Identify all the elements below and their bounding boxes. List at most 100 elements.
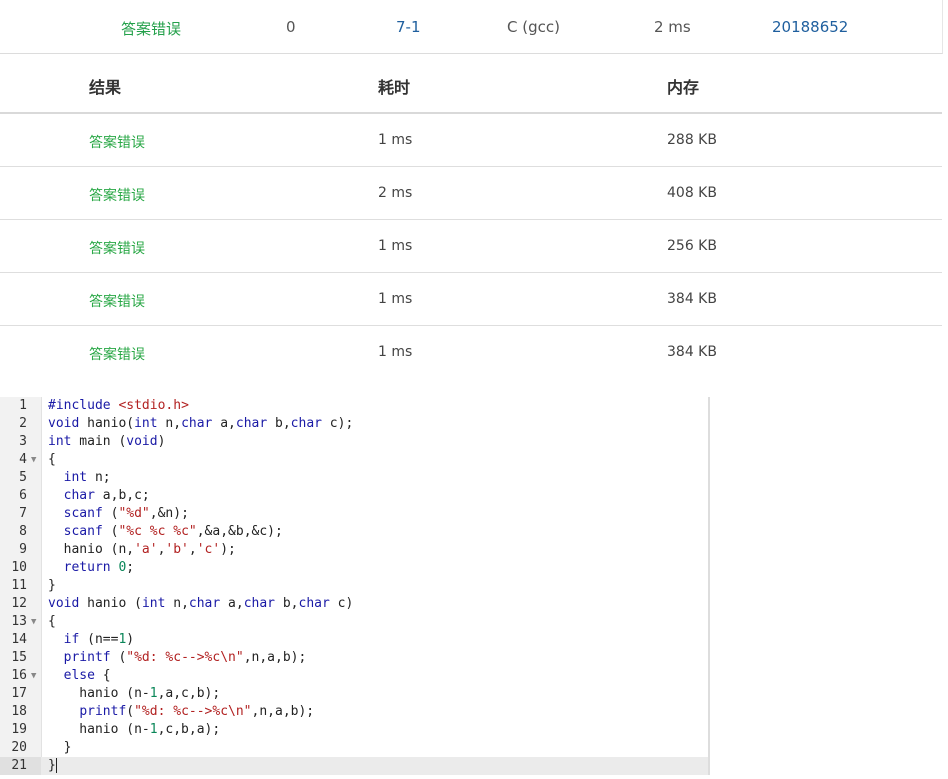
code-line[interactable]: 15 printf ("%d: %c-->%c\n",n,a,b); (0, 649, 708, 667)
code-line[interactable]: 2 void hanio(int n,char a,char b,char c); (0, 415, 708, 433)
code-text: else { (63, 668, 111, 683)
line-number: 9 (19, 542, 27, 557)
code-text: { (48, 614, 56, 629)
line-number: 20 (11, 740, 27, 755)
results-table: 结果 耗时 内存 答案错误 1 ms 288 KB 答案错误 2 ms 408 … (0, 54, 942, 378)
line-number: 8 (19, 524, 27, 539)
line-number: 19 (11, 722, 27, 737)
code-line[interactable]: 21} (0, 757, 708, 775)
code-text: printf ("%d: %c-->%c\n",n,a,b); (63, 650, 307, 665)
submission-row: 答案错误 0 7-1 C (gcc) 2 ms 20188652 (0, 0, 943, 54)
code-text: #include <stdio.h> (48, 398, 189, 413)
row-result: 答案错误 (89, 135, 145, 151)
submission-compiler: C (gcc) (507, 18, 560, 36)
line-number: 1 (19, 398, 27, 413)
text-cursor (55, 758, 57, 773)
row-result: 答案错误 (89, 241, 145, 257)
row-time: 1 ms (378, 238, 413, 254)
code-text: { (48, 452, 56, 467)
line-number: 17 (11, 686, 27, 701)
problem-link[interactable]: 7-1 (396, 18, 421, 36)
code-text: if (n==1) (63, 632, 135, 647)
row-time: 1 ms (378, 132, 413, 148)
line-number: 4 (19, 452, 27, 467)
user-link[interactable]: 20188652 (772, 18, 848, 36)
table-header: 结果 耗时 内存 (0, 54, 942, 114)
code-line[interactable]: 13 ▼ { (0, 613, 708, 631)
line-number: 13 (11, 614, 27, 629)
fold-arrow-icon[interactable]: ▼ (31, 451, 36, 469)
code-line[interactable]: 14 if (n==1) (0, 631, 708, 649)
row-memory: 384 KB (667, 291, 717, 307)
code-text: hanio (n,'a','b','c'); (48, 542, 236, 557)
code-text: int n; (63, 470, 111, 485)
code-text: } (48, 578, 56, 593)
header-time: 耗时 (378, 78, 411, 97)
table-row: 答案错误 2 ms 408 KB (0, 167, 942, 220)
row-result: 答案错误 (89, 347, 145, 363)
line-number: 2 (19, 416, 27, 431)
code-line[interactable]: 7 scanf ("%d",&n); (0, 505, 708, 523)
code-text: scanf ("%c %c %c",&a,&b,&c); (63, 524, 283, 539)
line-number: 10 (11, 560, 27, 575)
code-text: scanf ("%d",&n); (63, 506, 189, 521)
code-text: hanio (n-1,c,b,a); (48, 722, 221, 737)
code-line[interactable]: 20 } (0, 739, 708, 757)
header-result: 结果 (89, 78, 122, 97)
code-text: return 0; (63, 560, 135, 575)
submission-status: 答案错误 (121, 20, 182, 38)
code-line[interactable]: 1 #include <stdio.h> (0, 397, 708, 415)
code-line[interactable]: 10 return 0; (0, 559, 708, 577)
code-text: char a,b,c; (63, 488, 150, 503)
code-line[interactable]: 19 hanio (n-1,c,b,a); (0, 721, 708, 739)
code-line[interactable]: 12 void hanio (int n,char a,char b,char c… (0, 595, 708, 613)
code-line[interactable]: 5 int n; (0, 469, 708, 487)
code-text: void hanio (int n,char a,char b,char c) (48, 596, 354, 611)
code-text: hanio (n-1,a,c,b); (48, 686, 221, 701)
line-number: 21 (11, 758, 27, 773)
code-line[interactable]: 6 char a,b,c; (0, 487, 708, 505)
table-row: 答案错误 1 ms 384 KB (0, 326, 942, 378)
code-line[interactable]: 16 ▼ else { (0, 667, 708, 685)
row-memory: 256 KB (667, 238, 717, 254)
code-line[interactable]: 11} (0, 577, 708, 595)
line-number: 5 (19, 470, 27, 485)
submission-time: 2 ms (654, 18, 691, 36)
header-memory: 内存 (667, 78, 700, 97)
code-line[interactable]: 3 int main (void) (0, 433, 708, 451)
line-number: 12 (11, 596, 27, 611)
code-text: printf("%d: %c-->%c\n",n,a,b); (79, 704, 315, 719)
row-result: 答案错误 (89, 294, 145, 310)
code-text: } (48, 758, 57, 773)
code-text: int main (void) (48, 434, 166, 449)
line-number: 16 (11, 668, 27, 683)
line-number: 15 (11, 650, 27, 665)
row-result: 答案错误 (89, 188, 145, 204)
row-memory: 384 KB (667, 344, 717, 360)
table-row: 答案错误 1 ms 288 KB (0, 114, 942, 167)
row-time: 1 ms (378, 291, 413, 307)
table-row: 答案错误 1 ms 384 KB (0, 273, 942, 326)
code-text: void hanio(int n,char a,char b,char c); (48, 416, 354, 431)
code-line[interactable]: 9 hanio (n,'a','b','c'); (0, 541, 708, 559)
code-line[interactable]: 17 hanio (n-1,a,c,b); (0, 685, 708, 703)
fold-arrow-icon[interactable]: ▼ (31, 613, 36, 631)
line-number: 18 (11, 704, 27, 719)
code-text: } (48, 740, 72, 755)
code-line[interactable]: 4 ▼ { (0, 451, 708, 469)
code-editor[interactable]: 1 #include <stdio.h> 2 void hanio(int n,cha… (0, 397, 710, 775)
row-memory: 288 KB (667, 132, 717, 148)
line-number: 14 (11, 632, 27, 647)
code-line[interactable]: 8 scanf ("%c %c %c",&a,&b,&c); (0, 523, 708, 541)
line-number: 11 (11, 578, 27, 593)
fold-arrow-icon[interactable]: ▼ (31, 667, 36, 685)
line-number: 3 (19, 434, 27, 449)
line-number: 6 (19, 488, 27, 503)
row-time: 1 ms (378, 344, 413, 360)
submission-score: 0 (286, 18, 296, 36)
row-memory: 408 KB (667, 185, 717, 201)
line-number: 7 (19, 506, 27, 521)
code-line[interactable]: 18 printf("%d: %c-->%c\n",n,a,b); (0, 703, 708, 721)
table-row: 答案错误 1 ms 256 KB (0, 220, 942, 273)
row-time: 2 ms (378, 185, 413, 201)
